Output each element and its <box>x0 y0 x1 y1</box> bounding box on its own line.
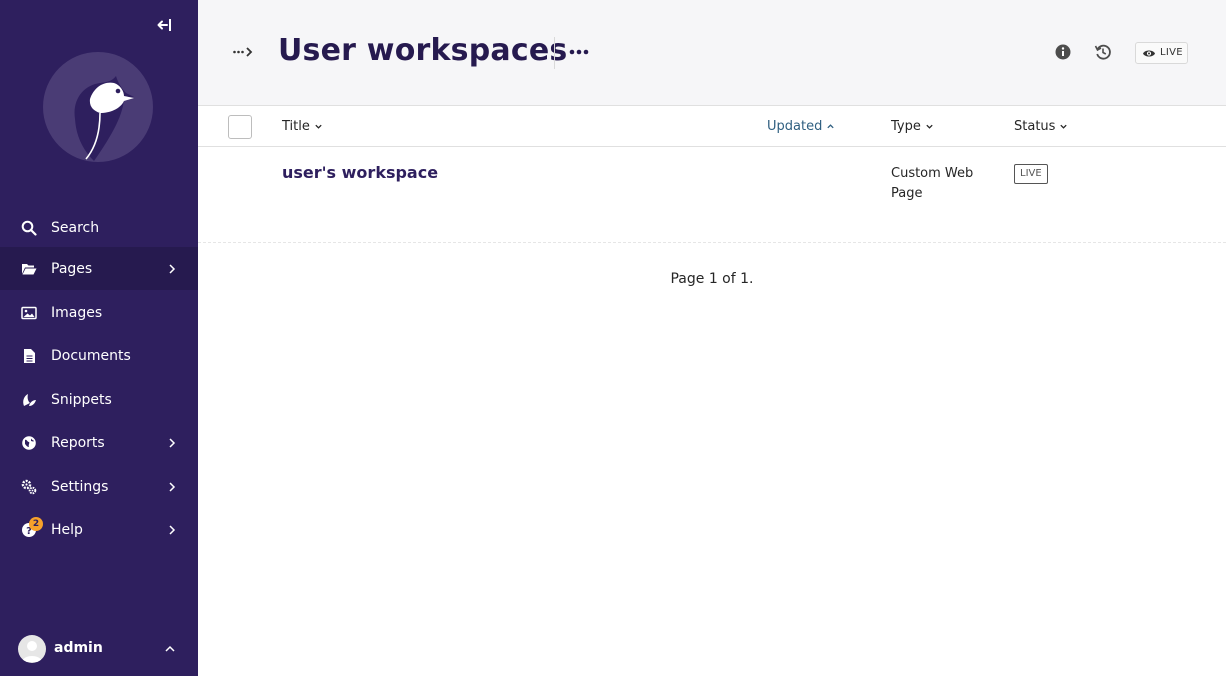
chevron-down-icon <box>926 124 933 129</box>
folder-open-icon <box>21 261 37 277</box>
column-updated-label: Updated <box>767 119 823 134</box>
table-row: user's workspace Custom Web Page LIVE <box>198 147 1226 243</box>
column-title-label: Title <box>282 119 310 134</box>
chevron-right-icon <box>169 524 176 535</box>
eye-icon <box>1143 50 1155 57</box>
chevron-right-icon <box>169 263 176 274</box>
help-icon: ? 2 <box>21 517 43 538</box>
sidebar-item-reports[interactable]: Reports <box>0 421 198 464</box>
collapse-sidebar-icon[interactable] <box>156 15 176 35</box>
account-menu[interactable]: admin <box>0 628 198 670</box>
sidebar-item-label: Help <box>51 521 83 538</box>
page-type: Custom Web Page <box>891 166 974 201</box>
status-badge: LIVE <box>1014 164 1048 184</box>
page-title-link[interactable]: user's workspace <box>282 163 438 182</box>
sidebar-item-label: Pages <box>51 260 93 277</box>
sidebar-item-images[interactable]: Images <box>0 291 198 334</box>
document-icon <box>21 348 37 364</box>
info-icon[interactable] <box>1054 43 1072 61</box>
title-divider <box>554 37 555 69</box>
column-type[interactable]: Type <box>891 119 934 134</box>
sidebar-item-label: Images <box>51 304 103 321</box>
cogs-icon <box>21 479 37 495</box>
image-icon <box>21 305 37 321</box>
search-icon <box>21 220 37 236</box>
column-status-label: Status <box>1014 119 1056 134</box>
sidebar-item-label: Search <box>51 220 100 236</box>
listing-header: Title Updated Type Status <box>198 107 1226 147</box>
column-status[interactable]: Status <box>1014 119 1068 134</box>
history-icon[interactable] <box>1094 43 1112 61</box>
sidebar-item-label: Documents <box>51 347 131 364</box>
sidebar-item-label: Reports <box>51 434 105 451</box>
sidebar-item-help[interactable]: ? 2 Help <box>0 508 198 551</box>
pagination-text: Page 1 of 1. <box>670 271 754 287</box>
live-label: LIVE <box>1160 47 1183 58</box>
sidebar: Search Pages Images Documents Snippets R… <box>0 0 198 676</box>
avatar <box>18 635 46 663</box>
chevron-right-icon <box>169 437 176 448</box>
chevron-up-icon <box>165 645 175 652</box>
chevron-right-icon <box>169 481 176 492</box>
column-title[interactable]: Title <box>282 119 323 134</box>
sidebar-item-documents[interactable]: Documents <box>0 334 198 377</box>
page-header: User workspaces LIVE <box>198 0 1226 106</box>
sidebar-item-pages[interactable]: Pages <box>0 247 198 290</box>
wagtail-logo[interactable] <box>42 51 154 163</box>
globe-icon <box>21 435 37 451</box>
column-type-label: Type <box>891 119 921 134</box>
sidebar-item-label: Snippets <box>51 391 112 408</box>
notification-badge: 2 <box>29 517 43 531</box>
breadcrumb-toggle-icon[interactable] <box>232 44 254 60</box>
sidebar-item-snippets[interactable]: Snippets <box>0 378 198 421</box>
sidebar-item-label: Settings <box>51 478 109 495</box>
sidebar-item-search[interactable]: Search <box>0 206 198 249</box>
account-name: admin <box>54 640 103 656</box>
chevron-down-icon <box>315 124 322 129</box>
chevron-up-icon <box>827 124 834 129</box>
more-actions-icon[interactable] <box>567 42 591 62</box>
snippet-icon <box>21 392 37 408</box>
page-title: User workspaces <box>278 33 568 68</box>
chevron-down-icon <box>1060 124 1068 129</box>
sidebar-item-settings[interactable]: Settings <box>0 465 198 508</box>
column-updated[interactable]: Updated <box>767 119 835 134</box>
view-live-button[interactable]: LIVE <box>1135 42 1188 64</box>
select-all-checkbox[interactable] <box>228 115 252 139</box>
